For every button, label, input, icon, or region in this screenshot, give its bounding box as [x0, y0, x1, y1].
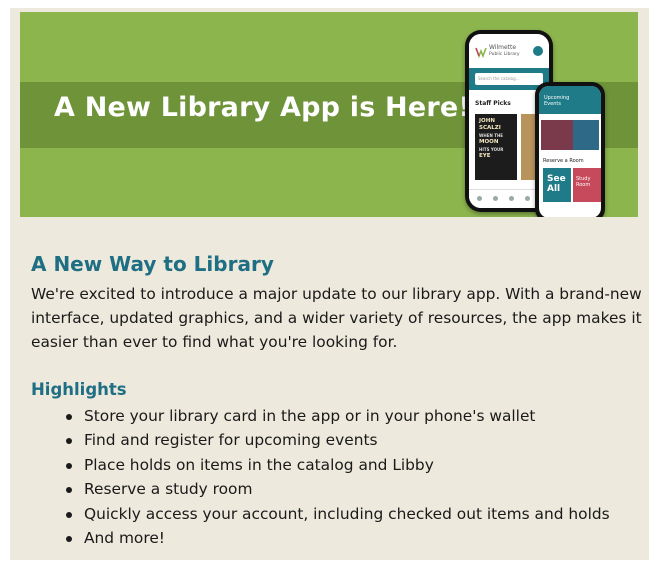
banner-title: A New Library App is Here! — [54, 92, 471, 123]
list-item: Quickly access your account, including c… — [64, 502, 644, 526]
account-icon — [509, 196, 514, 201]
home-icon — [477, 196, 482, 201]
study-room-text: Study Room — [576, 176, 591, 188]
see-all-text: See All — [547, 174, 566, 194]
bullet-icon — [66, 536, 72, 543]
intro-paragraph: We're excited to introduce a major updat… — [31, 285, 642, 351]
events-header: Upcoming Events — [539, 86, 601, 114]
library-name-line1: Wilmette — [489, 44, 517, 51]
list-item: Place holds on items in the catalog and … — [64, 453, 644, 477]
list-item: Store your library card in the app or in… — [64, 404, 644, 428]
study-room-tile: Study Room — [573, 168, 601, 202]
event-image — [573, 120, 599, 150]
bullet-icon — [66, 511, 72, 518]
see-all-tile: See All — [543, 168, 571, 202]
app-header: Wilmette Public Library — [469, 34, 549, 68]
list-item-text: Find and register for upcoming events — [84, 431, 378, 450]
search-input: Search the catalog... — [475, 73, 543, 85]
phone-mockup-secondary: Upcoming Events Reserve a Room See All S… — [535, 82, 605, 217]
more-icon — [525, 196, 530, 201]
app-banner: A New Library App is Here! Wilmette Publ… — [20, 12, 638, 217]
search-placeholder: Search the catalog... — [478, 76, 520, 81]
list-item-text: Store your library card in the app or in… — [84, 407, 536, 425]
list-item-text: Reserve a study room — [84, 480, 253, 499]
profile-icon — [533, 46, 543, 56]
book-cover-line: HITS YOUR — [479, 147, 504, 152]
highlights-heading: Highlights — [31, 380, 127, 399]
list-item: Reserve a study room — [64, 477, 644, 501]
list-item: Find and register for upcoming events — [64, 428, 644, 452]
book-cover-text: JOHN SCALZI WHEN THE MOON HITS YOUR EYE — [479, 118, 503, 160]
highlights-list: Store your library card in the app or in… — [64, 404, 644, 550]
phone-screen: Upcoming Events Reserve a Room See All S… — [539, 86, 601, 217]
book-cover-line: JOHN — [479, 118, 495, 124]
library-name: Wilmette Public Library — [489, 44, 519, 58]
list-item-text: Quickly access your account, including c… — [84, 504, 610, 523]
list-item-text: Place holds on items in the catalog and … — [84, 455, 434, 474]
section-heading: A New Way to Library — [31, 252, 274, 276]
list-item: And more! — [64, 526, 644, 550]
book-cover-line: WHEN THE — [479, 133, 504, 138]
events-title: Upcoming Events — [544, 95, 569, 107]
list-item-text: And more! — [84, 529, 165, 548]
bullet-icon — [66, 438, 72, 445]
bullet-icon — [66, 414, 72, 420]
library-logo-icon — [475, 47, 487, 58]
search-icon — [493, 196, 498, 201]
bullet-icon — [66, 462, 72, 469]
bullet-icon — [66, 487, 72, 494]
library-name-line2: Public Library — [489, 52, 520, 57]
book-cover: JOHN SCALZI WHEN THE MOON HITS YOUR EYE — [475, 114, 517, 180]
book-cover-line: MOON — [479, 139, 499, 145]
book-cover-line: SCALZI — [479, 125, 501, 131]
reserve-room-label: Reserve a Room — [543, 158, 584, 164]
events-title-line2: Events — [544, 101, 561, 107]
staff-picks-label: Staff Picks — [475, 100, 511, 107]
book-cover-line: EYE — [479, 153, 491, 159]
